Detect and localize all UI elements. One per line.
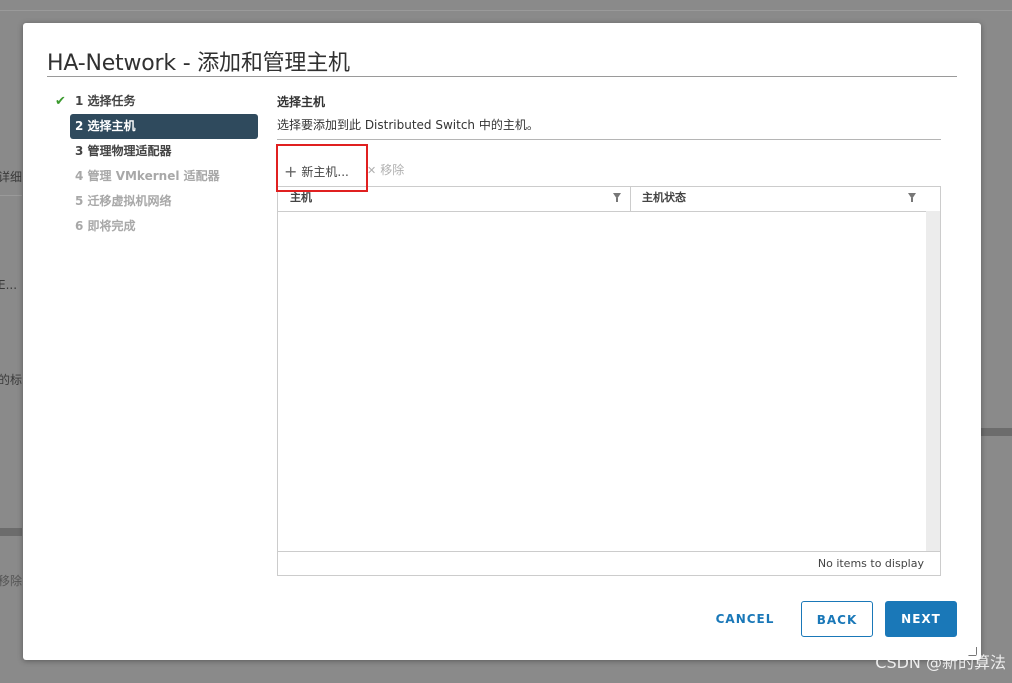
filter-icon[interactable] bbox=[613, 193, 621, 202]
bg-divider bbox=[0, 195, 22, 196]
step-label: 5 迁移虚拟机网络 bbox=[75, 194, 172, 208]
remove-label: 移除 bbox=[380, 163, 405, 177]
step-label: 4 管理 VMkernel 适配器 bbox=[75, 169, 220, 183]
step-manage-vmkernel-adapters: 4 管理 VMkernel 适配器 bbox=[70, 164, 258, 189]
dialog-title: HA-Network - 添加和管理主机 bbox=[47, 51, 350, 76]
bg-label-details: 详细 bbox=[0, 170, 23, 184]
bg-label-remove: 移除 bbox=[0, 574, 23, 588]
add-manage-hosts-dialog: HA-Network - 添加和管理主机 ✔ 1 选择任务 2 选择主机 3 管… bbox=[23, 23, 981, 660]
step-manage-physical-adapters[interactable]: 3 管理物理适配器 bbox=[70, 139, 258, 164]
checkmark-icon: ✔ bbox=[55, 94, 66, 109]
hosts-grid: 主机 主机状态 No items to display bbox=[277, 186, 941, 576]
next-button[interactable]: NEXT bbox=[885, 601, 957, 637]
column-divider[interactable] bbox=[630, 187, 631, 211]
title-divider bbox=[47, 76, 957, 77]
annotation-highlight bbox=[276, 144, 368, 192]
select-hosts-panel: 选择主机 选择要添加到此 Distributed Switch 中的主机。 + 新… bbox=[277, 93, 941, 576]
section-divider bbox=[277, 139, 941, 140]
wizard-steps: ✔ 1 选择任务 2 选择主机 3 管理物理适配器 4 管理 VMkernel … bbox=[55, 89, 258, 239]
filter-icon[interactable] bbox=[908, 193, 916, 202]
step-ready-to-complete: 6 即将完成 bbox=[70, 214, 258, 239]
bg-label-e: E... bbox=[0, 278, 18, 292]
remove-button: ✕ 移除 bbox=[367, 161, 404, 178]
bg-divider bbox=[0, 10, 1012, 11]
grid-header: 主机 主机状态 bbox=[278, 187, 940, 212]
bg-scrollbar bbox=[0, 528, 22, 536]
column-header-host-state[interactable]: 主机状态 bbox=[642, 187, 686, 211]
back-button[interactable]: BACK bbox=[801, 601, 873, 637]
grid-scrollbar[interactable] bbox=[926, 211, 940, 551]
step-label: 2 选择主机 bbox=[75, 119, 136, 133]
remove-icon: ✕ bbox=[367, 164, 377, 177]
cancel-button[interactable]: CANCEL bbox=[709, 601, 781, 637]
step-select-task[interactable]: ✔ 1 选择任务 bbox=[55, 89, 258, 114]
step-label: 6 即将完成 bbox=[75, 219, 136, 233]
step-select-hosts[interactable]: 2 选择主机 bbox=[70, 114, 258, 139]
step-label: 1 选择任务 bbox=[75, 94, 136, 108]
step-migrate-vm-network: 5 迁移虚拟机网络 bbox=[70, 189, 258, 214]
section-title: 选择主机 bbox=[277, 95, 326, 109]
section-description: 选择要添加到此 Distributed Switch 中的主机。 bbox=[277, 118, 539, 132]
grid-footer: No items to display bbox=[278, 551, 940, 575]
empty-message: No items to display bbox=[817, 557, 924, 570]
bg-scrollbar-right bbox=[980, 428, 1012, 436]
step-label: 3 管理物理适配器 bbox=[75, 144, 172, 158]
watermark: CSDN @新的算法 bbox=[875, 653, 1006, 672]
bg-label-tag: 的标 bbox=[0, 373, 23, 387]
